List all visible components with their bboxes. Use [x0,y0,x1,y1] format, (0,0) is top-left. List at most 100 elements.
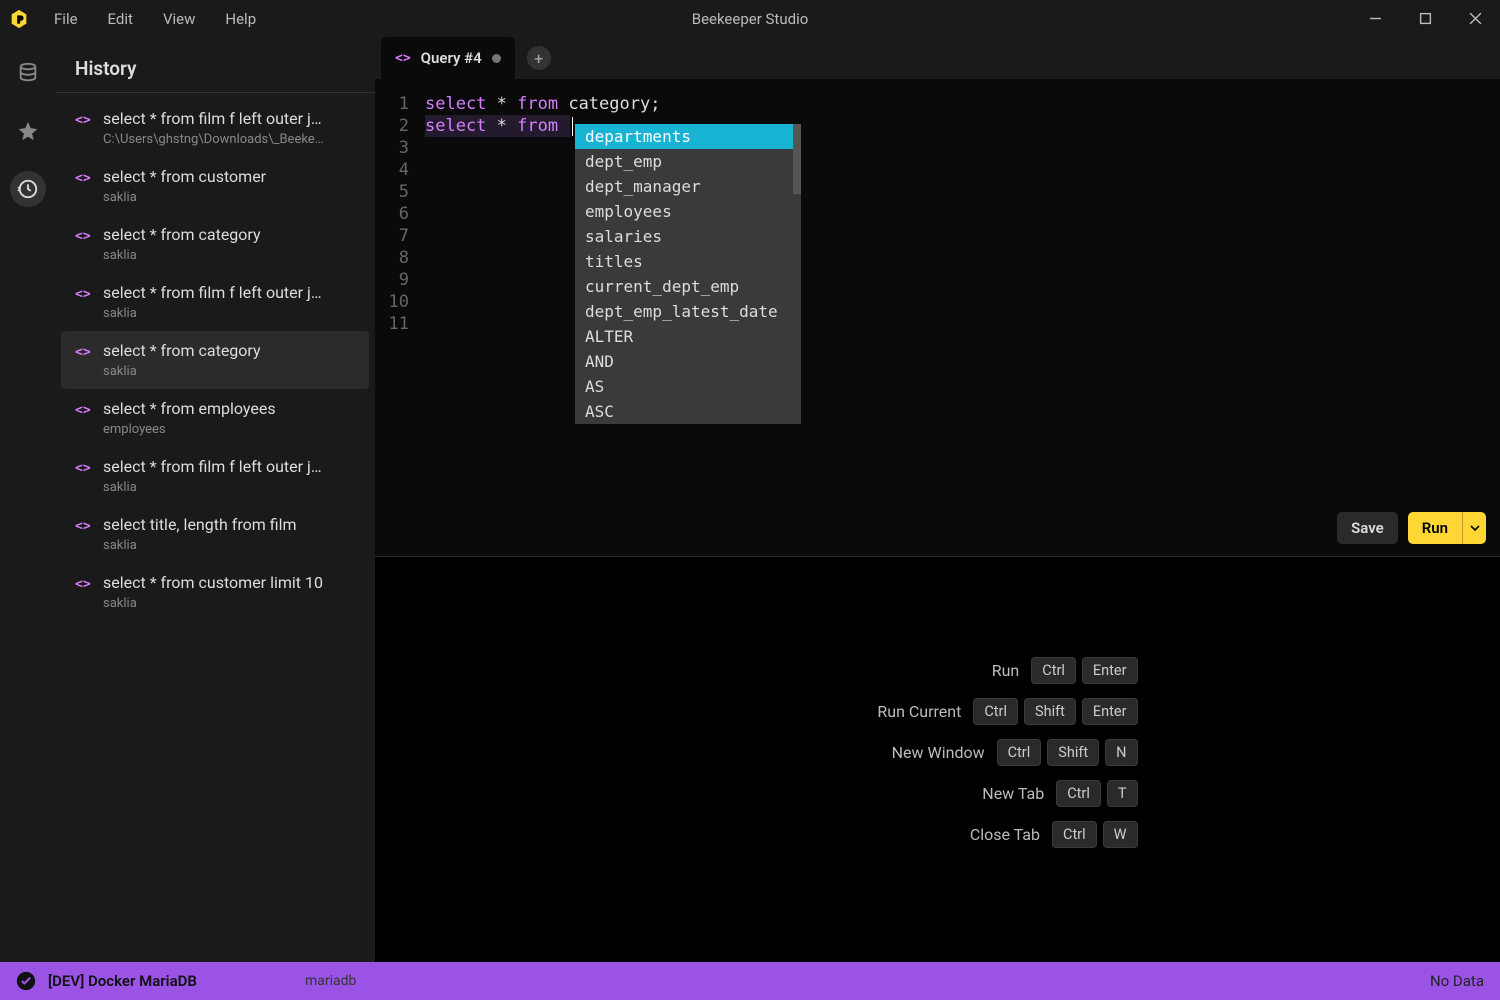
line-number: 7 [375,225,417,247]
unsaved-dot-icon [492,54,501,63]
history-sub-text: saklia [103,364,261,379]
status-nodata: No Data [1430,972,1484,990]
run-button[interactable]: Run [1408,512,1462,544]
menu-edit[interactable]: Edit [96,4,145,34]
keyboard-key: Shift [1047,739,1099,766]
autocomplete-item[interactable]: ALTER [575,324,801,349]
line-number: 6 [375,203,417,225]
history-item[interactable]: <> select * from category saklia [61,215,369,273]
shortcut-label: Close Tab [970,825,1040,844]
history-item[interactable]: <> select title, length from film saklia [61,505,369,563]
tab-label: Query #4 [421,49,482,67]
history-query-text: select * from category [103,225,261,244]
shortcut-row: New TabCtrlT [738,780,1138,807]
minimize-button[interactable] [1350,0,1400,37]
code-icon: <> [75,113,91,147]
keyboard-key: Ctrl [973,698,1018,725]
sql-editor[interactable]: 1234567891011 select * from category; se… [375,79,1500,499]
title-bar: File Edit View Help Beekeeper Studio [0,0,1500,37]
keyboard-key: Ctrl [1031,657,1076,684]
history-item[interactable]: <> select * from customer saklia [61,157,369,215]
rail-history-icon[interactable] [10,171,46,207]
history-query-text: select * from customer limit 10 [103,573,323,592]
keyboard-key: W [1103,821,1138,848]
history-item[interactable]: <> select * from employees employees [61,389,369,447]
rail-database-icon[interactable] [10,55,46,91]
menu-file[interactable]: File [42,4,90,34]
sidebar-title: History [55,49,375,93]
history-item[interactable]: <> select * from film f left outer j… C:… [61,99,369,157]
close-button[interactable] [1450,0,1500,37]
autocomplete-item[interactable]: current_dept_emp [575,274,801,299]
tab-bar: <> Query #4 + [375,37,1500,79]
autocomplete-item[interactable]: ASC [575,399,801,424]
run-dropdown-button[interactable] [1462,512,1486,544]
autocomplete-item[interactable]: AND [575,349,801,374]
window-controls [1350,0,1500,37]
history-sub-text: saklia [103,596,323,611]
rail-star-icon[interactable] [10,113,46,149]
autocomplete-popup[interactable]: departmentsdept_empdept_manageremployees… [575,124,801,424]
code-icon: <> [75,577,91,611]
shortcut-label: Run Current [877,702,961,721]
history-item[interactable]: <> select * from film f left outer j… sa… [61,273,369,331]
menu-help[interactable]: Help [213,4,268,34]
run-button-group: Run [1408,512,1486,544]
history-query-text: select * from film f left outer j… [103,109,323,128]
save-button[interactable]: Save [1337,512,1398,544]
shortcut-row: New WindowCtrlShiftN [738,739,1138,766]
autocomplete-item[interactable]: titles [575,249,801,274]
autocomplete-scrollbar[interactable] [793,124,801,194]
shortcut-label: New Window [892,743,985,762]
history-item[interactable]: <> select * from film f left outer j… sa… [61,447,369,505]
status-db-type: mariadb [305,973,356,989]
code-icon: <> [395,51,411,66]
history-query-text: select * from film f left outer j… [103,283,322,302]
history-query-text: select * from customer [103,167,266,186]
autocomplete-item[interactable]: employees [575,199,801,224]
line-number: 9 [375,269,417,291]
keyboard-key: Ctrl [1052,821,1097,848]
history-sub-text: C:\Users\ghstng\Downloads\_Beeke… [103,132,323,147]
keyboard-key: T [1107,780,1138,807]
results-panel: RunCtrlEnterRun CurrentCtrlShiftEnterNew… [375,557,1500,962]
query-tab[interactable]: <> Query #4 [381,37,515,79]
history-sub-text: saklia [103,306,322,321]
line-number: 8 [375,247,417,269]
autocomplete-item[interactable]: dept_emp [575,149,801,174]
keyboard-key: Enter [1082,698,1138,725]
history-query-text: select * from category [103,341,261,360]
add-tab-button[interactable]: + [527,46,551,70]
code-icon: <> [75,345,91,379]
autocomplete-item[interactable]: AS [575,374,801,399]
autocomplete-item[interactable]: dept_emp_latest_date [575,299,801,324]
autocomplete-item[interactable]: salaries [575,224,801,249]
code-icon: <> [75,171,91,205]
autocomplete-item[interactable]: dept_manager [575,174,801,199]
line-number: 2 [375,115,417,137]
shortcut-row: Run Current CtrlShiftEnter [738,698,1138,725]
code-icon: <> [75,287,91,321]
status-connection-name[interactable]: [DEV] Docker MariaDB [48,972,197,990]
app-title: Beekeeper Studio [692,10,809,28]
history-sub-text: saklia [103,190,266,205]
maximize-button[interactable] [1400,0,1450,37]
line-number: 5 [375,181,417,203]
code-icon: <> [75,229,91,263]
left-rail [0,37,55,962]
code-icon: <> [75,461,91,495]
history-item[interactable]: <> select * from customer limit 10 sakli… [61,563,369,621]
history-sub-text: employees [103,422,276,437]
history-query-text: select * from film f left outer j… [103,457,322,476]
keyboard-key: Shift [1024,698,1076,725]
status-bar: [DEV] Docker MariaDB mariadb No Data [0,962,1500,1000]
menu-view[interactable]: View [151,4,207,34]
history-item[interactable]: <> select * from category saklia [61,331,369,389]
history-query-text: select * from employees [103,399,276,418]
code-icon: <> [75,403,91,437]
shortcut-label: New Tab [982,784,1044,803]
keyboard-key: N [1105,739,1137,766]
line-number: 10 [375,291,417,313]
autocomplete-item[interactable]: departments [575,124,801,149]
shortcut-label: Run [992,661,1020,680]
